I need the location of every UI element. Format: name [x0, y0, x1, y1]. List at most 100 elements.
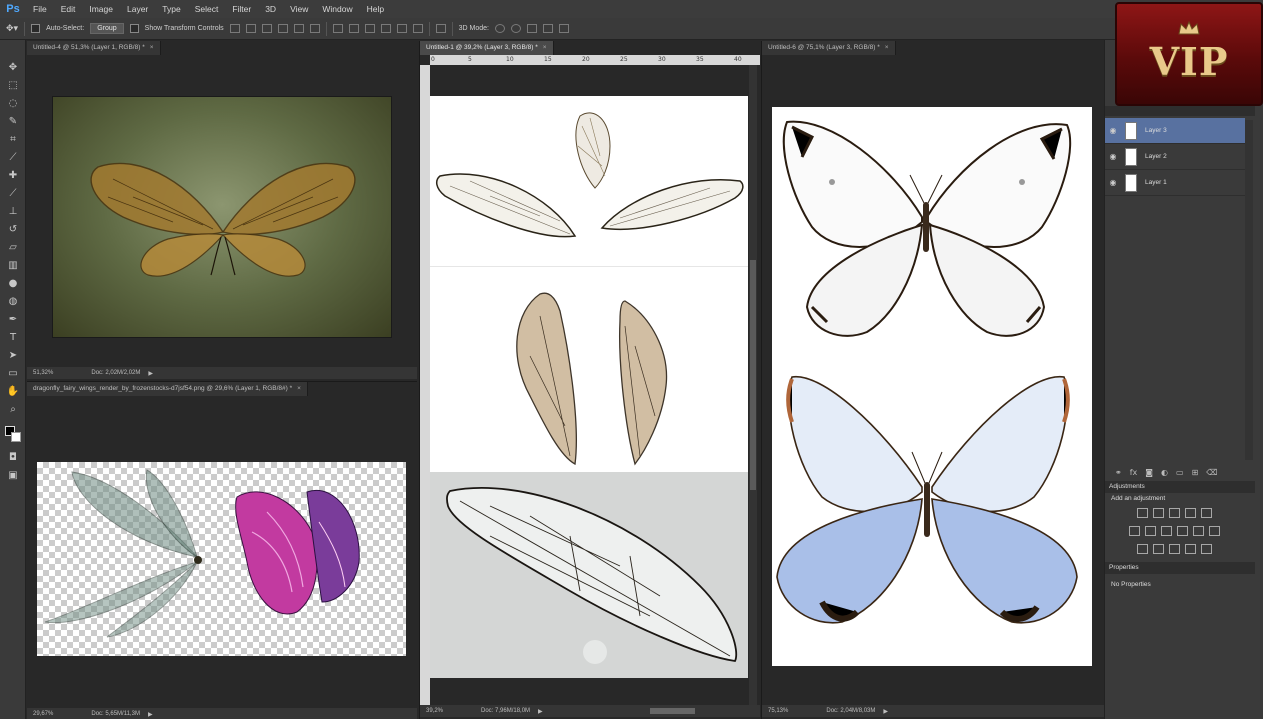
- history-brush-tool-icon[interactable]: ↺: [5, 222, 21, 236]
- 3d-roll-icon[interactable]: [511, 24, 522, 33]
- gradient-tool-icon[interactable]: ▥: [5, 258, 21, 272]
- lasso-tool-icon[interactable]: ◌: [5, 96, 21, 110]
- doc-size[interactable]: Doc: 2,02M/2,02M: [91, 370, 140, 376]
- doc-tab-untitled-1[interactable]: Untitled-1 @ 39,2% (Layer 3, RGB/8) * ×: [420, 41, 554, 55]
- type-tool-icon[interactable]: T: [5, 330, 21, 344]
- screen-mode-icon[interactable]: ▣: [5, 468, 21, 482]
- layers-scrollbar[interactable]: [1245, 120, 1253, 460]
- doc-tab-untitled-4[interactable]: Untitled-4 @ 51,3% (Layer 1, RGB/8) * ×: [27, 41, 161, 55]
- close-icon[interactable]: ×: [885, 44, 889, 51]
- color-balance-icon[interactable]: [1145, 526, 1156, 536]
- move-tool-icon[interactable]: ✥▾: [6, 24, 18, 34]
- zoom-level[interactable]: 51,32%: [33, 370, 53, 376]
- close-icon[interactable]: ×: [297, 385, 301, 392]
- auto-select-checkbox[interactable]: [31, 24, 41, 33]
- align-bottom-icon[interactable]: [261, 24, 272, 33]
- align-right-icon[interactable]: [309, 24, 320, 33]
- layer-name[interactable]: Layer 1: [1145, 179, 1167, 186]
- align-center-icon[interactable]: [293, 24, 304, 33]
- eyedropper-tool-icon[interactable]: ⟋: [5, 150, 21, 164]
- move-tool-icon[interactable]: ✥: [5, 60, 21, 74]
- vertical-scrollbar[interactable]: [749, 65, 757, 705]
- distribute-bottom-icon[interactable]: [364, 24, 375, 33]
- layer-name[interactable]: Layer 3: [1145, 127, 1167, 134]
- align-top-icon[interactable]: [229, 24, 240, 33]
- distribute-left-icon[interactable]: [380, 24, 391, 33]
- menu-window[interactable]: Window: [315, 4, 359, 14]
- doc-size[interactable]: Doc: 2,04M/8,03M: [826, 708, 875, 714]
- properties-panel-title[interactable]: Properties: [1105, 562, 1255, 574]
- align-middle-icon[interactable]: [245, 24, 256, 33]
- menu-file[interactable]: File: [26, 4, 54, 14]
- auto-select-dropdown[interactable]: Group: [90, 23, 124, 34]
- distribute-middle-icon[interactable]: [348, 24, 359, 33]
- fx-icon[interactable]: fx: [1130, 468, 1138, 480]
- layer-name[interactable]: Layer 2: [1145, 153, 1167, 160]
- adjustments-panel-title[interactable]: Adjustments: [1105, 481, 1255, 493]
- eraser-tool-icon[interactable]: ▱: [5, 240, 21, 254]
- close-icon[interactable]: ×: [543, 44, 547, 51]
- canvas-wings-collage[interactable]: [430, 96, 748, 678]
- horizontal-scrollbar-thumb[interactable]: [650, 708, 695, 714]
- menu-view[interactable]: View: [283, 4, 315, 14]
- quick-mask-icon[interactable]: ◘: [5, 450, 21, 464]
- doc-size[interactable]: Doc: 5,65M/11,3M: [91, 711, 140, 717]
- healing-brush-tool-icon[interactable]: ✚: [5, 168, 21, 182]
- doc-tab-dragonfly[interactable]: dragonfly_fairy_wings_render_by_frozenst…: [27, 382, 308, 396]
- zoom-level[interactable]: 75,13%: [768, 708, 788, 714]
- status-arrow-icon[interactable]: ▶: [538, 708, 543, 715]
- blur-tool-icon[interactable]: ●: [5, 276, 21, 290]
- layer-row[interactable]: ◉ Layer 3: [1105, 118, 1245, 144]
- threshold-icon[interactable]: [1169, 544, 1180, 554]
- status-arrow-icon[interactable]: ▶: [148, 711, 153, 718]
- menu-edit[interactable]: Edit: [54, 4, 83, 14]
- show-transform-checkbox[interactable]: [129, 24, 139, 33]
- distribute-center-icon[interactable]: [396, 24, 407, 33]
- brush-tool-icon[interactable]: ⟋: [5, 186, 21, 200]
- hue-saturation-icon[interactable]: [1129, 526, 1140, 536]
- menu-3d[interactable]: 3D: [258, 4, 283, 14]
- gradient-map-icon[interactable]: [1185, 544, 1196, 554]
- distribute-right-icon[interactable]: [412, 24, 423, 33]
- black-white-icon[interactable]: [1161, 526, 1172, 536]
- visibility-eye-icon[interactable]: ◉: [1105, 152, 1121, 161]
- visibility-eye-icon[interactable]: ◉: [1105, 126, 1121, 135]
- distribute-top-icon[interactable]: [332, 24, 343, 33]
- pen-tool-icon[interactable]: ✒: [5, 312, 21, 326]
- marquee-tool-icon[interactable]: ⬚: [5, 78, 21, 92]
- layer-row[interactable]: ◉ Layer 1: [1105, 170, 1245, 196]
- 3d-scale-icon[interactable]: [559, 24, 570, 33]
- group-icon[interactable]: ▭: [1176, 468, 1184, 480]
- dodge-tool-icon[interactable]: ◍: [5, 294, 21, 308]
- auto-align-icon[interactable]: [435, 24, 446, 33]
- canvas-green-wings[interactable]: [52, 96, 392, 338]
- invert-icon[interactable]: [1137, 544, 1148, 554]
- close-icon[interactable]: ×: [150, 44, 154, 51]
- clone-stamp-tool-icon[interactable]: ⊥: [5, 204, 21, 218]
- zoom-tool-icon[interactable]: ⌕: [5, 402, 21, 416]
- layer-row[interactable]: ◉ Layer 2: [1105, 144, 1245, 170]
- canvas-dragonfly-wings[interactable]: [37, 462, 406, 656]
- selective-color-icon[interactable]: [1201, 544, 1212, 554]
- hand-tool-icon[interactable]: ✋: [5, 384, 21, 398]
- exposure-icon[interactable]: [1185, 508, 1196, 518]
- color-lookup-icon[interactable]: [1209, 526, 1220, 536]
- menu-select[interactable]: Select: [188, 4, 226, 14]
- menu-image[interactable]: Image: [82, 4, 120, 14]
- menu-type[interactable]: Type: [155, 4, 187, 14]
- status-arrow-icon[interactable]: ▶: [883, 708, 888, 715]
- trash-icon[interactable]: ⌫: [1206, 468, 1217, 480]
- 3d-rotate-icon[interactable]: [495, 24, 506, 33]
- channel-mixer-icon[interactable]: [1193, 526, 1204, 536]
- status-arrow-icon[interactable]: ▶: [148, 370, 153, 377]
- menu-help[interactable]: Help: [360, 4, 391, 14]
- vibrance-icon[interactable]: [1201, 508, 1212, 518]
- canvas-butterflies[interactable]: [772, 107, 1092, 666]
- crop-tool-icon[interactable]: ⌗: [5, 132, 21, 146]
- align-left-icon[interactable]: [277, 24, 288, 33]
- levels-icon[interactable]: [1153, 508, 1164, 518]
- quick-select-tool-icon[interactable]: ✎: [5, 114, 21, 128]
- zoom-level[interactable]: 29,67%: [33, 711, 53, 717]
- doc-tab-untitled-6[interactable]: Untitled-6 @ 75,1% (Layer 3, RGB/8) * ×: [762, 41, 896, 55]
- background-color-swatch[interactable]: [11, 432, 21, 442]
